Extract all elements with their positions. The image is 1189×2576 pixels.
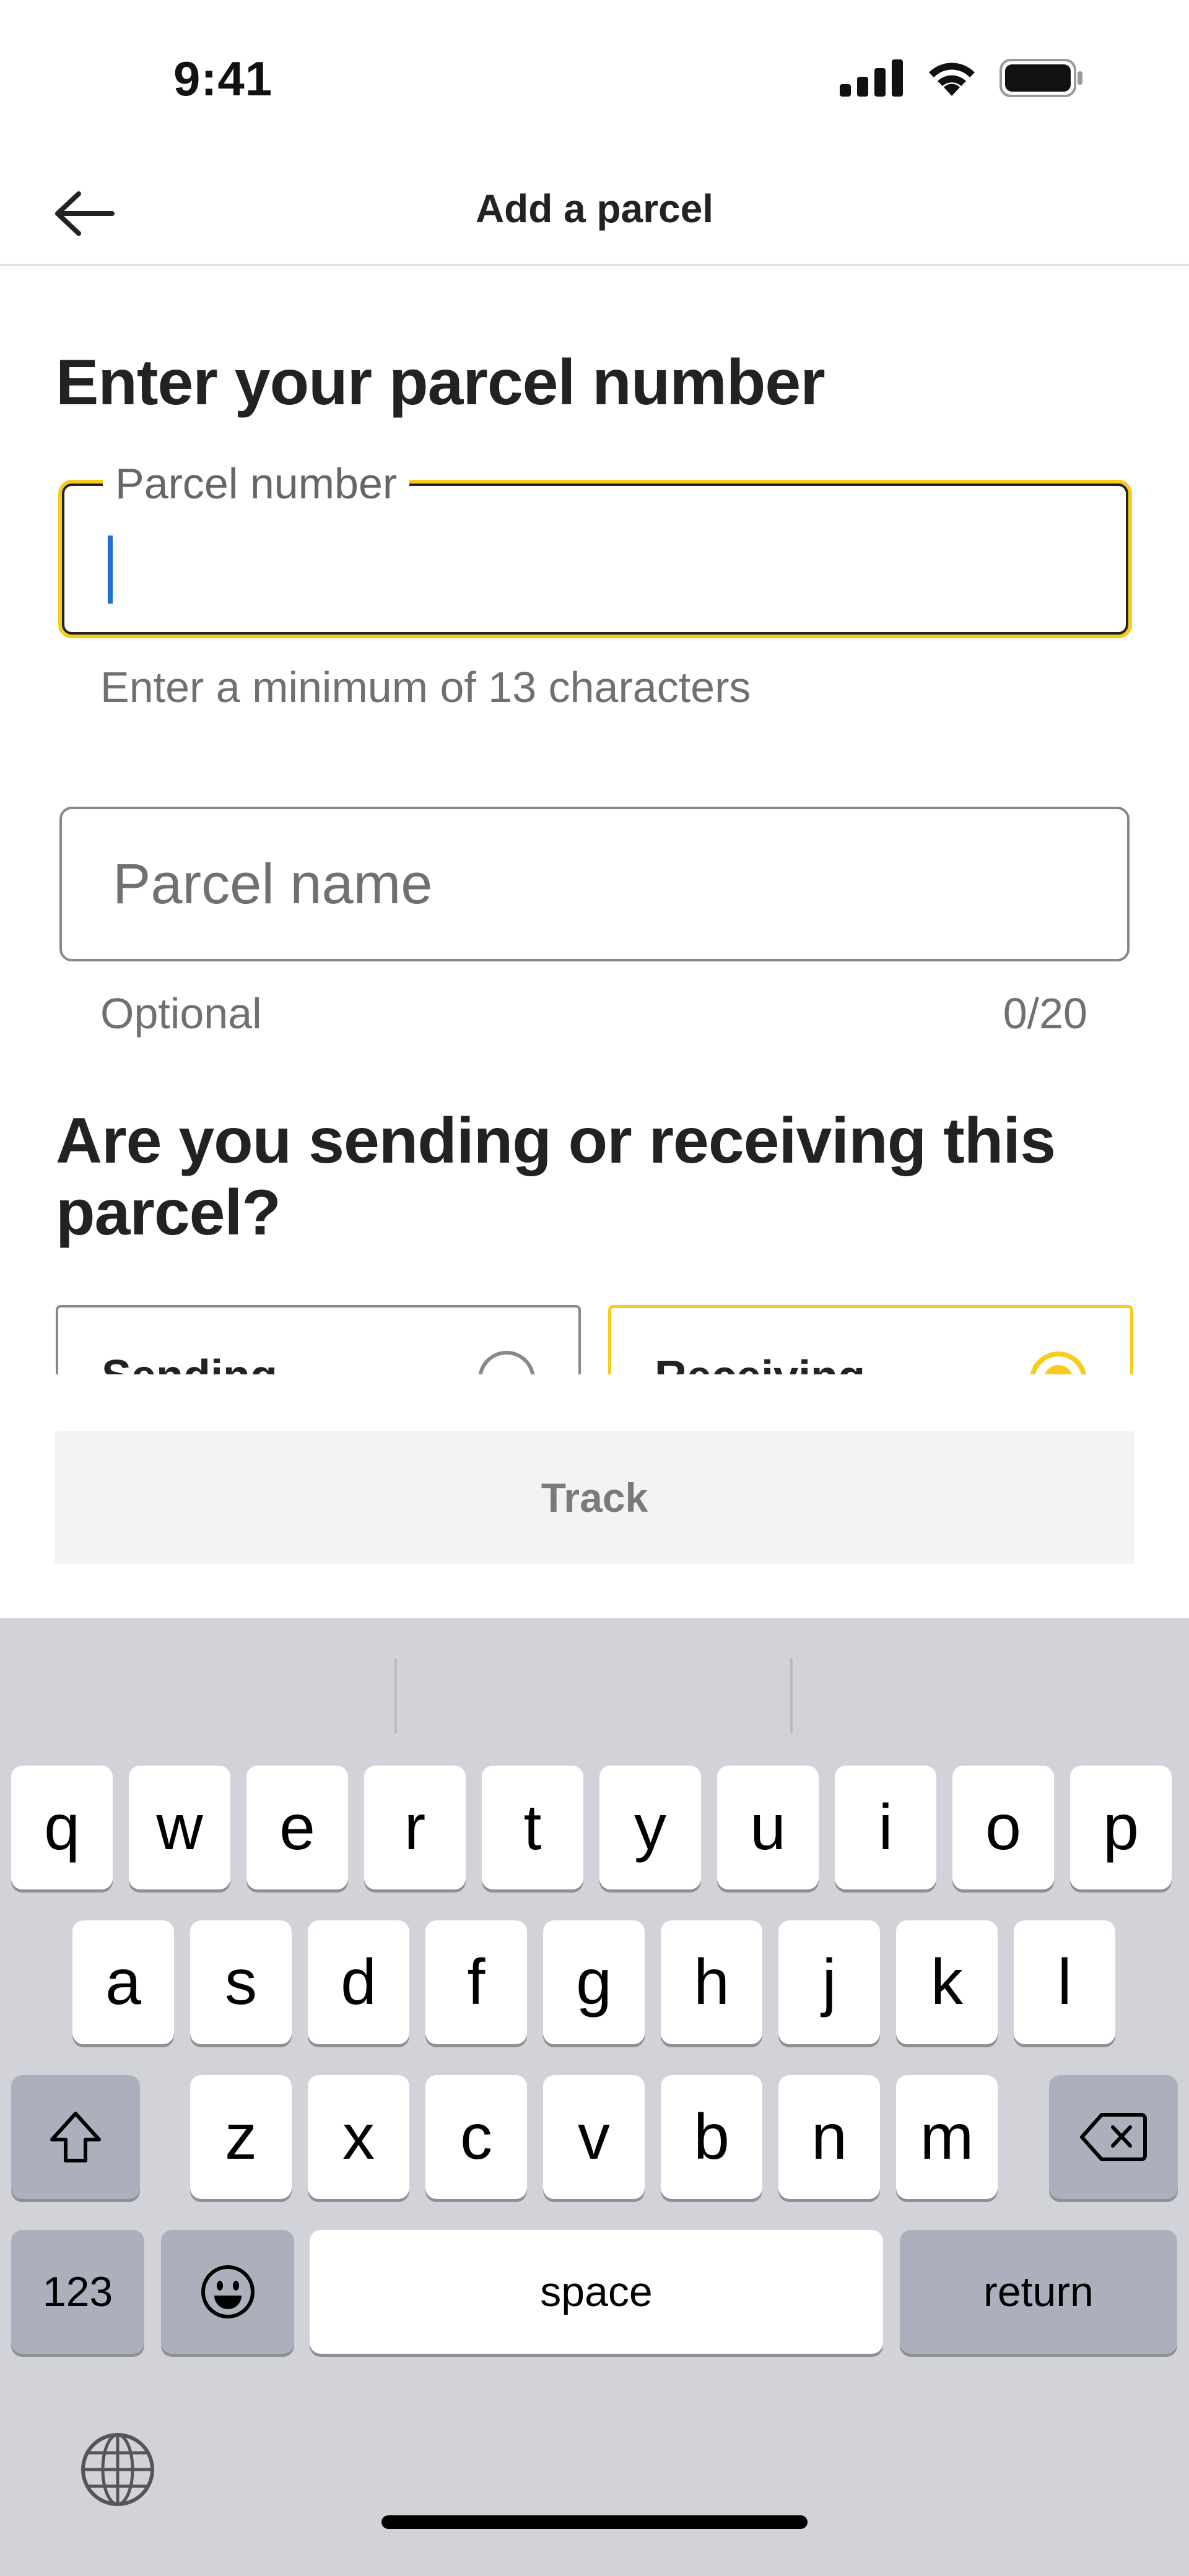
key-v[interactable]: v <box>543 2075 645 2199</box>
delete-key[interactable] <box>1049 2075 1178 2199</box>
radio-selected-icon <box>1030 1351 1087 1374</box>
numbers-key[interactable]: 123 <box>11 2230 144 2354</box>
parcel-name-char-count: 0/20 <box>1003 989 1087 1038</box>
return-key[interactable]: return <box>900 2230 1177 2354</box>
parcel-number-label: Parcel number <box>103 459 410 508</box>
key-r[interactable]: r <box>364 1766 466 1889</box>
key-n[interactable]: n <box>778 2075 880 2199</box>
option-receiving[interactable]: Receiving <box>608 1305 1133 1374</box>
key-i[interactable]: i <box>835 1766 936 1889</box>
cellular-signal-icon <box>840 59 903 97</box>
key-x[interactable]: x <box>308 2075 409 2199</box>
space-key[interactable]: space <box>310 2230 883 2354</box>
key-b[interactable]: b <box>661 2075 762 2199</box>
key-k[interactable]: k <box>896 1920 998 2044</box>
radio-unselected-icon <box>478 1351 535 1374</box>
page-title: Add a parcel <box>475 186 714 231</box>
key-d[interactable]: d <box>308 1920 409 2044</box>
parcel-number-helper: Enter a minimum of 13 characters <box>100 663 751 711</box>
status-time: 9:41 <box>173 51 273 106</box>
key-p[interactable]: p <box>1070 1766 1172 1889</box>
text-caret <box>108 536 113 604</box>
battery-icon <box>1000 59 1082 97</box>
emoji-key[interactable] <box>161 2230 294 2354</box>
globe-icon[interactable] <box>77 2429 158 2510</box>
key-u[interactable]: u <box>717 1766 819 1889</box>
option-receiving-label: Receiving <box>655 1351 865 1374</box>
key-q[interactable]: q <box>11 1766 113 1889</box>
option-sending[interactable]: Sending <box>56 1305 581 1374</box>
status-icons <box>840 59 1084 97</box>
shift-icon <box>50 2112 101 2162</box>
key-m[interactable]: m <box>896 2075 998 2199</box>
key-z[interactable]: z <box>190 2075 292 2199</box>
parcel-name-helper: Optional <box>100 989 262 1038</box>
suggestion-divider <box>394 1659 397 1733</box>
wifi-icon <box>929 63 975 96</box>
delete-icon <box>1080 2113 1147 2161</box>
key-j[interactable]: j <box>778 1920 880 2044</box>
key-y[interactable]: y <box>599 1766 701 1889</box>
key-a[interactable]: a <box>72 1920 174 2044</box>
parcel-number-heading: Enter your parcel number <box>56 347 825 418</box>
key-e[interactable]: e <box>246 1766 348 1889</box>
emoji-icon <box>201 2265 255 2318</box>
key-t[interactable]: t <box>482 1766 583 1889</box>
direction-options: Sending Receiving <box>0 1300 1189 1374</box>
key-f[interactable]: f <box>425 1920 527 2044</box>
key-w[interactable]: w <box>129 1766 230 1889</box>
key-h[interactable]: h <box>661 1920 762 2044</box>
option-sending-label: Sending <box>102 1351 277 1374</box>
key-g[interactable]: g <box>543 1920 645 2044</box>
suggestion-divider <box>790 1659 793 1733</box>
home-indicator <box>381 2515 808 2529</box>
parcel-number-field-border: Parcel number <box>62 459 1128 635</box>
parcel-number-field[interactable]: Parcel number <box>58 459 1132 638</box>
sending-receiving-question: Are you sending or receiving this parcel… <box>56 1105 1056 1249</box>
key-o[interactable]: o <box>952 1766 1054 1889</box>
status-bar: 9:41 <box>0 0 1189 155</box>
app-header: Add a parcel <box>0 155 1189 266</box>
track-button[interactable]: Track <box>54 1431 1135 1564</box>
keyboard: q w e r t y u i o p a s d f g h j k l z … <box>0 1618 1189 2576</box>
shift-key[interactable] <box>11 2075 140 2199</box>
parcel-name-input[interactable] <box>62 809 1127 959</box>
key-c[interactable]: c <box>425 2075 527 2199</box>
parcel-name-field[interactable] <box>59 807 1130 961</box>
key-l[interactable]: l <box>1014 1920 1115 2044</box>
key-s[interactable]: s <box>190 1920 292 2044</box>
